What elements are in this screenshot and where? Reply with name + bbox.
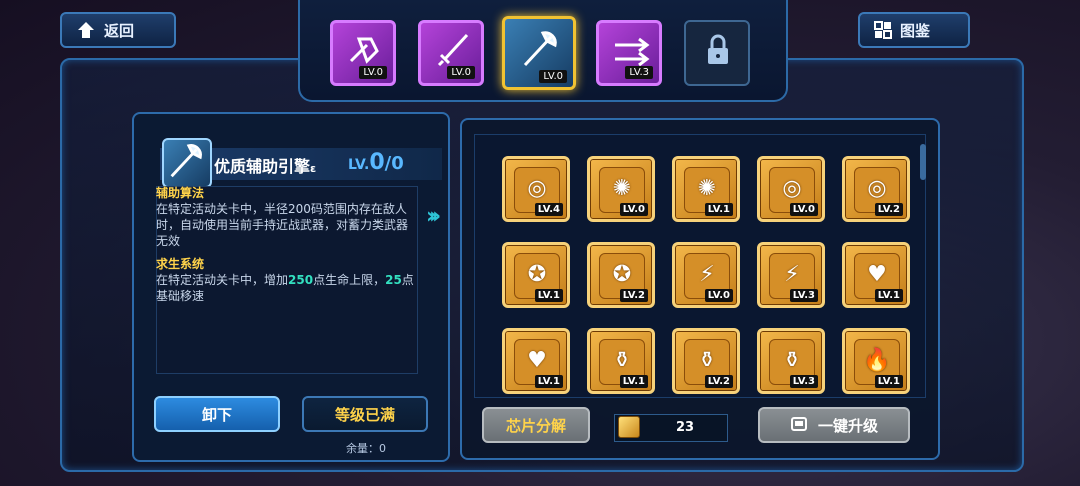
chip-level: LV.1 <box>874 375 903 388</box>
section-title: 求生系统 <box>156 257 205 271</box>
section-text-b: 点生命上限， <box>313 273 386 287</box>
home-icon <box>78 22 94 38</box>
engine-name: 优质辅助引擎ε <box>214 153 316 177</box>
axe-icon <box>523 31 557 67</box>
chip-slot[interactable]: ◎ LV.2 <box>842 156 910 222</box>
heart-icon: ♥ <box>527 347 547 373</box>
chevron-right-icon: ››› <box>426 204 441 229</box>
chip-level: LV.0 <box>789 203 818 216</box>
hp-bonus-value: 250 <box>288 273 314 287</box>
chip-level: LV.4 <box>534 203 563 216</box>
weapon-tab-level: LV.0 <box>447 66 475 79</box>
section-text: 在特定活动关卡中，增加250点生命上限，25点基础移速 <box>156 272 418 304</box>
lock-icon <box>708 34 728 64</box>
axe-icon <box>170 144 202 178</box>
vortex-icon: ✺ <box>697 175 717 201</box>
chip-slot[interactable]: ⚡ LV.3 <box>757 242 825 308</box>
chip-slot[interactable]: ◎ LV.4 <box>502 156 570 222</box>
speed-bonus-value: 25 <box>385 273 402 287</box>
grid-icon <box>874 21 892 39</box>
engine-level-value: 0 <box>369 150 385 175</box>
chip-level: LV.1 <box>704 203 733 216</box>
gold-cube-icon <box>618 416 640 438</box>
unequip-button[interactable]: 卸下 <box>154 396 280 432</box>
atlas-button[interactable]: 图鉴 <box>858 12 970 48</box>
pentagram-icon: ✪ <box>612 261 632 287</box>
section-text: 在特定活动关卡中，半径200码范围内存在敌人时，自动使用当前手持近战武器，对蓄力… <box>156 202 409 248</box>
weapon-tab-locked[interactable] <box>684 20 750 86</box>
section-text-a: 在特定活动关卡中，增加 <box>156 273 289 287</box>
chip-slot[interactable]: ✺ LV.0 <box>587 156 655 222</box>
chip-slot[interactable]: ✪ LV.2 <box>587 242 655 308</box>
crossbow-icon <box>615 37 650 67</box>
lightning-icon: ⚡ <box>699 261 715 287</box>
chip-slot[interactable]: ⚱ LV.3 <box>757 328 825 394</box>
chip-slot[interactable]: ♥ LV.1 <box>502 328 570 394</box>
chip-level: LV.3 <box>789 289 818 302</box>
upgrade-all-label: 一键升级 <box>817 416 878 435</box>
level-maxed-button[interactable]: 等级已满 <box>302 396 428 432</box>
chip-slot[interactable]: ⚡ LV.0 <box>672 242 740 308</box>
engine-level-prefix: LV. <box>348 157 370 173</box>
chip-level: LV.3 <box>789 375 818 388</box>
chip-slot[interactable]: ✺ LV.1 <box>672 156 740 222</box>
chip-level: LV.1 <box>874 289 903 302</box>
potion-icon: ⚱ <box>782 347 802 373</box>
chip-icon <box>790 417 807 431</box>
engine-name-suffix: ε <box>310 162 317 175</box>
chip-level: LV.2 <box>619 289 648 302</box>
fire-icon: 🔥 <box>863 347 891 373</box>
chip-slot[interactable]: ✪ LV.1 <box>502 242 570 308</box>
chip-slot[interactable]: ♥ LV.1 <box>842 242 910 308</box>
back-label: 返回 <box>104 21 135 40</box>
chip-slot[interactable]: ⚱ LV.2 <box>672 328 740 394</box>
vortex-icon: ✺ <box>612 175 632 201</box>
lightning-icon: ⚡ <box>784 261 800 287</box>
chip-level: LV.0 <box>619 203 648 216</box>
fist-icon <box>349 37 379 64</box>
heart-icon: ♥ <box>867 261 887 287</box>
chip-level: LV.2 <box>874 203 903 216</box>
engine-level: LV.0/0 <box>348 150 404 175</box>
weapon-tab-level: LV.0 <box>359 66 387 79</box>
chip-level: LV.2 <box>704 375 733 388</box>
engine-name-text: 优质辅助引擎 <box>214 157 311 176</box>
chip-grid-scrollbar[interactable] <box>920 144 926 180</box>
pentagram-icon: ✪ <box>527 261 547 287</box>
chip-decompose-button[interactable]: 芯片分解 <box>482 407 590 443</box>
engine-description-text: 辅助算法 在特定活动关卡中，半径200码范围内存在敌人时，自动使用当前手持近战武… <box>156 184 418 304</box>
chip-level: LV.1 <box>534 289 563 302</box>
weapon-tab-level: LV.3 <box>625 66 653 79</box>
upgrade-all-button[interactable]: 一键升级 <box>758 407 910 443</box>
chip-level: LV.1 <box>534 375 563 388</box>
remaining-count: 余量：0 <box>346 442 386 455</box>
sword-icon <box>437 33 469 67</box>
target-icon: ◎ <box>782 175 802 201</box>
chip-level: LV.0 <box>704 289 733 302</box>
weapon-tab-fist[interactable]: LV.0 <box>330 20 396 86</box>
engine-icon <box>162 138 212 188</box>
chip-level: LV.1 <box>619 375 648 388</box>
potion-icon: ⚱ <box>612 347 632 373</box>
chip-slot[interactable]: ⚱ LV.1 <box>587 328 655 394</box>
weapon-tab-axe[interactable]: LV.0 <box>502 16 576 90</box>
weapon-tab-level: LV.0 <box>539 70 567 83</box>
engine-level-max: /0 <box>384 153 404 174</box>
potion-icon: ⚱ <box>697 347 717 373</box>
target-icon: ◎ <box>527 175 547 201</box>
section-title: 辅助算法 <box>156 186 205 200</box>
back-button[interactable]: 返回 <box>60 12 176 48</box>
chip-slot[interactable]: 🔥 LV.1 <box>842 328 910 394</box>
currency-count: 23 <box>676 420 695 435</box>
chip-slot[interactable]: ◎ LV.0 <box>757 156 825 222</box>
atlas-label: 图鉴 <box>900 21 931 40</box>
weapon-tab-crossbow[interactable]: LV.3 <box>596 20 662 86</box>
weapon-tab-sword[interactable]: LV.0 <box>418 20 484 86</box>
target-icon: ◎ <box>867 175 887 201</box>
